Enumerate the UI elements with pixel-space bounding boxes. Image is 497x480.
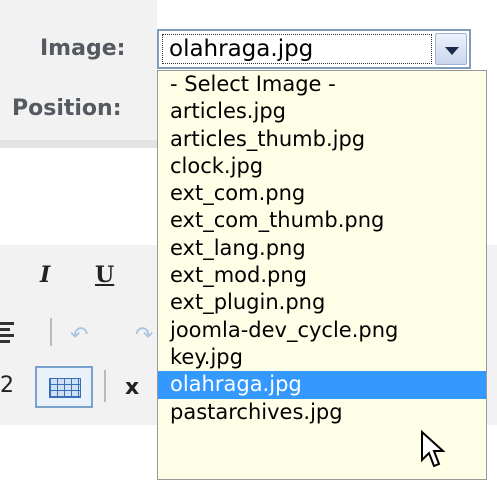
dropdown-option[interactable]: key.jpg: [158, 344, 486, 371]
position-label: Position:: [12, 96, 122, 121]
chevron-down-icon: [445, 47, 459, 55]
dropdown-option[interactable]: ext_lang.png: [158, 235, 486, 262]
dropdown-button[interactable]: [435, 33, 467, 65]
editor-toolbar-area-right: [487, 245, 497, 425]
image-select[interactable]: olahraga.jpg: [157, 29, 471, 69]
italic-button[interactable]: I: [40, 262, 50, 288]
underline-button[interactable]: U: [95, 262, 114, 288]
image-label: Image:: [40, 36, 126, 61]
dropdown-option[interactable]: clock.jpg: [158, 153, 486, 180]
dropdown-option[interactable]: pastarchives.jpg: [158, 399, 486, 426]
align-icon[interactable]: [0, 322, 14, 343]
heading-digit: 2: [0, 373, 14, 398]
dropdown-option[interactable]: joomla-dev_cycle.png: [158, 317, 486, 344]
separator: [50, 318, 52, 346]
redo-icon[interactable]: ↷: [135, 322, 153, 348]
separator: [104, 370, 106, 402]
table-icon[interactable]: [35, 366, 93, 408]
dropdown-option[interactable]: olahraga.jpg: [158, 371, 486, 399]
dropdown-option[interactable]: ext_com.png: [158, 180, 486, 207]
dropdown-option[interactable]: articles.jpg: [158, 98, 486, 125]
undo-icon[interactable]: ↶: [70, 322, 88, 348]
dropdown-option[interactable]: - Select Image -: [158, 71, 486, 98]
image-select-value: olahraga.jpg: [162, 34, 432, 64]
dropdown-option[interactable]: ext_com_thumb.png: [158, 207, 486, 234]
subscript-button[interactable]: x: [125, 375, 139, 400]
cursor-icon: [421, 430, 446, 468]
dropdown-option[interactable]: ext_mod.png: [158, 262, 486, 289]
image-dropdown-list[interactable]: - Select Image - articles.jpg articles_thu…: [157, 70, 487, 480]
form-panel-lower: [0, 140, 157, 148]
dropdown-option[interactable]: ext_plugin.png: [158, 289, 486, 316]
dropdown-option[interactable]: articles_thumb.jpg: [158, 126, 486, 153]
